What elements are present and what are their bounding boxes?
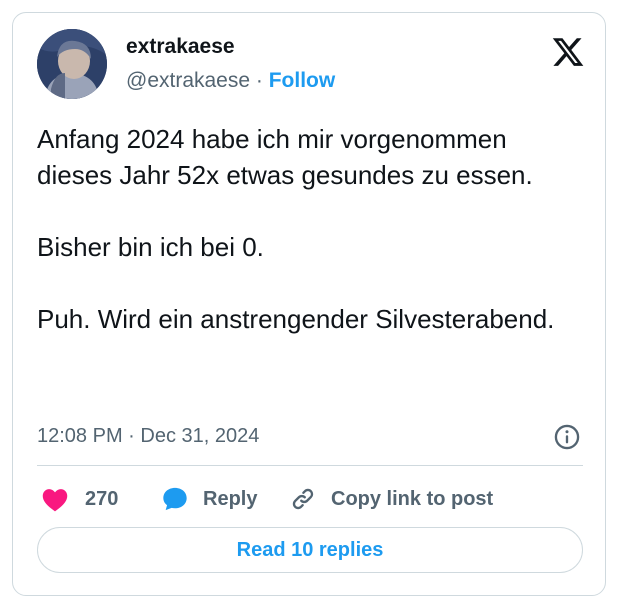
tweet-card: extrakaese @extrakaese · Follow Anfang 2… [12,12,606,596]
author-handle[interactable]: @extrakaese [126,69,250,92]
follow-button[interactable]: Follow [269,69,336,92]
avatar-image [37,29,107,99]
separator-dot: · [255,69,263,92]
tweet-text: Anfang 2024 habe ich mir vorgenommen die… [37,124,555,334]
info-icon[interactable] [553,423,581,451]
copy-link-label: Copy link to post [331,487,494,510]
read-replies-button[interactable]: Read 10 replies [37,527,583,573]
author-display-name[interactable]: extrakaese [126,35,235,59]
tweet-timestamp[interactable]: 12:08 PM · Dec 31, 2024 [37,425,259,448]
reply-label: Reply [203,487,258,510]
action-bar: 270 Reply Copy link to post [37,483,583,515]
read-replies-label: Read 10 replies [236,538,384,561]
like-button[interactable]: 270 [41,483,118,515]
heart-icon [42,489,68,512]
copy-link-button[interactable]: Copy link to post [289,483,493,515]
link-icon [292,488,314,510]
reply-button[interactable]: Reply [161,483,257,515]
x-logo-icon[interactable] [551,35,585,69]
avatar[interactable] [37,29,107,99]
like-count: 270 [85,487,119,510]
reply-bubble-icon [163,487,187,511]
divider [37,465,583,466]
author-handle-row: @extrakaese · Follow [126,69,335,93]
